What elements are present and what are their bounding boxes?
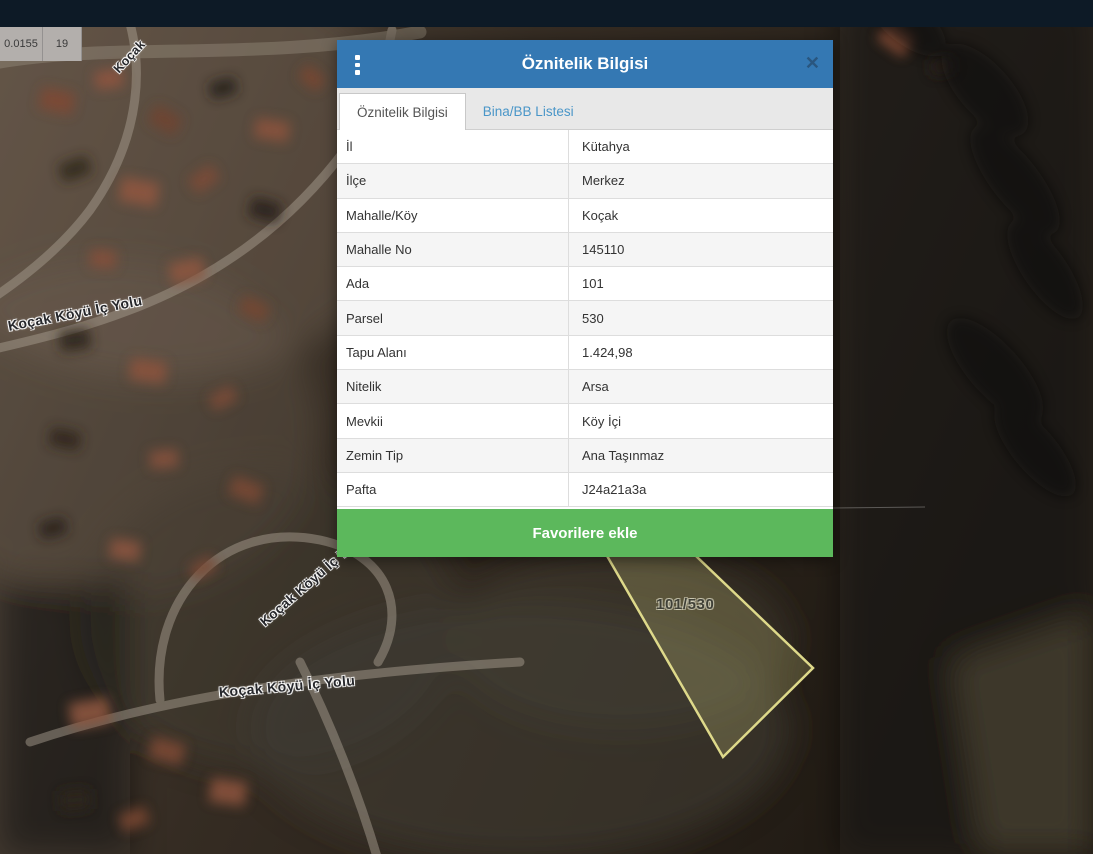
row-label: Zemin Tip [337,439,569,472]
row-value: 1.424,98 [569,336,833,369]
row-label: Mahalle/Köy [337,199,569,232]
row-value: Ana Taşınmaz [569,439,833,472]
row-value: 530 [569,301,833,334]
table-row-il: İl Kütahya [337,130,833,164]
table-row-ilce: İlçe Merkez [337,164,833,198]
row-value: Merkez [569,164,833,197]
tab-bar: Öznitelik Bilgisi Bina/BB Listesi [337,88,833,130]
table-row-mahalle-no: Mahalle No 145110 [337,233,833,267]
attribute-info-modal: Öznitelik Bilgisi ✕ Öznitelik Bilgisi Bi… [337,40,833,557]
parcel-number-label: 101/530 [656,596,714,613]
kebab-dot [355,55,360,60]
add-to-favorites-button[interactable]: Favorilere ekle [337,509,833,557]
row-value: Arsa [569,370,833,403]
map-scale-controls: 0.0155 19 [0,27,82,61]
table-row-ada: Ada 101 [337,267,833,301]
tab-oznitelik-bilgisi[interactable]: Öznitelik Bilgisi [339,93,466,130]
row-label: Pafta [337,473,569,506]
table-row-pafta: Pafta J24a21a3a [337,473,833,507]
row-label: Ada [337,267,569,300]
row-label: İl [337,130,569,163]
top-bar [0,0,1093,27]
map-scale-value: 0.0155 [0,27,43,61]
app-window: Koçak Koçak Köyü İç Yolu Koçak Köyü İç Y… [0,0,1093,854]
modal-header: Öznitelik Bilgisi ✕ [337,40,833,88]
row-value: Kütahya [569,130,833,163]
row-label: Parsel [337,301,569,334]
row-value: 145110 [569,233,833,266]
close-icon[interactable]: ✕ [805,52,820,74]
kebab-dot [355,70,360,75]
row-label: İlçe [337,164,569,197]
row-label: Mevkii [337,404,569,437]
table-row-mahalle-koy: Mahalle/Köy Koçak [337,199,833,233]
kebab-menu-icon[interactable] [355,51,375,79]
table-row-parsel: Parsel 530 [337,301,833,335]
attribute-table: İl Kütahya İlçe Merkez Mahalle/Köy Koçak… [337,130,833,507]
table-row-nitelik: Nitelik Arsa [337,370,833,404]
kebab-dot [355,63,360,68]
map-zoom-level: 19 [43,27,82,61]
row-label: Nitelik [337,370,569,403]
table-row-mevkii: Mevkii Köy İçi [337,404,833,438]
table-row-zemin-tip: Zemin Tip Ana Taşınmaz [337,439,833,473]
tab-bina-bb-listesi[interactable]: Bina/BB Listesi [466,93,591,129]
row-label: Tapu Alanı [337,336,569,369]
row-label: Mahalle No [337,233,569,266]
row-value: Köy İçi [569,404,833,437]
table-row-tapu-alani: Tapu Alanı 1.424,98 [337,336,833,370]
modal-title: Öznitelik Bilgisi [522,54,649,74]
row-value: Koçak [569,199,833,232]
row-value: 101 [569,267,833,300]
row-value: J24a21a3a [569,473,833,506]
